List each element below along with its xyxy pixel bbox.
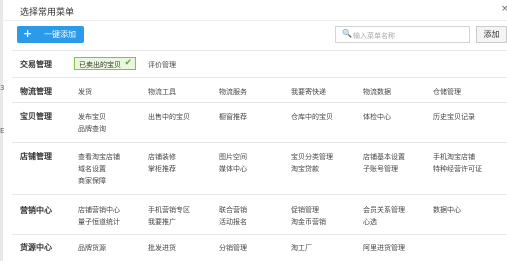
row-divider [12, 102, 507, 103]
menu-item[interactable]: 发布宝贝 [78, 112, 106, 122]
row-divider [12, 194, 507, 195]
menu-item[interactable]: 阿里进货管理 [363, 243, 405, 253]
menu-item[interactable]: 仓储管理 [433, 87, 461, 97]
menu-item[interactable]: 物流服务 [219, 87, 247, 97]
menu-item[interactable]: 域名设置 [78, 164, 106, 174]
category-logistics: 物流管理 [20, 87, 52, 96]
menu-item[interactable]: 商家保障 [78, 176, 106, 186]
search-icon: 🔍 [342, 29, 352, 38]
add-button-label: 一键添加 [44, 30, 76, 39]
menu-item[interactable]: 评价管理 [148, 60, 176, 70]
menu-item[interactable]: 我要推广 [148, 217, 176, 227]
category-shop: 店铺管理 [20, 152, 52, 161]
category-marketing: 营销中心 [20, 206, 52, 215]
row-divider [12, 50, 507, 51]
menu-item[interactable]: 查看淘宝店铺 [78, 152, 120, 162]
one-click-add-button[interactable]: + 一键添加 [17, 26, 84, 43]
close-icon[interactable]: × [501, 4, 507, 14]
menu-item[interactable]: 量子恒道统计 [78, 217, 120, 227]
menu-item[interactable]: 特种经营许可证 [433, 164, 482, 174]
menu-item[interactable]: 批发进货 [148, 243, 176, 253]
menu-item[interactable]: 淘工厂 [291, 243, 312, 253]
menu-item[interactable]: 子账号管理 [363, 164, 398, 174]
menu-item[interactable]: 品牌货源 [78, 243, 106, 253]
plus-icon: + [23, 27, 33, 40]
menu-item[interactable]: 手机营销专区 [148, 205, 190, 215]
menu-item[interactable]: 历史宝贝记录 [433, 112, 475, 122]
menu-item[interactable]: 促销管理 [291, 205, 319, 215]
search-add-button[interactable]: 添加 [476, 26, 507, 43]
menu-item[interactable]: 物流数据 [363, 87, 391, 97]
menu-search-input[interactable]: 🔍 输入菜单名称 [335, 26, 470, 43]
row-divider [12, 142, 507, 143]
menu-item[interactable]: 店铺基本设置 [363, 152, 405, 162]
category-sourcing: 货源中心 [20, 243, 52, 252]
menu-item[interactable]: 我要寄快递 [291, 87, 326, 97]
menu-item[interactable]: 心选 [363, 217, 377, 227]
menu-item[interactable]: 淘宝贷款 [291, 164, 319, 174]
menu-item[interactable]: 宝贝分类管理 [291, 152, 333, 162]
row-divider [12, 77, 507, 78]
check-icon: ✔ [124, 58, 132, 68]
menu-item-label: 已卖出的宝贝 [79, 61, 121, 69]
side-mark: 3 [0, 84, 5, 92]
menu-item[interactable]: 橱窗推荐 [219, 112, 247, 122]
menu-item[interactable]: 店铺营销中心 [78, 205, 120, 215]
menu-item[interactable]: 分销管理 [219, 243, 247, 253]
menu-item[interactable]: 数据中心 [433, 205, 461, 215]
menu-item[interactable]: 仓库中的宝贝 [291, 112, 333, 122]
menu-item[interactable]: 掌柜推荐 [148, 164, 176, 174]
selected-menu-item[interactable]: 已卖出的宝贝 ✔ [74, 57, 136, 70]
category-trade: 交易管理 [20, 60, 52, 69]
menu-item[interactable]: 品牌查询 [78, 124, 106, 134]
menu-item[interactable]: 出售中的宝贝 [148, 112, 190, 122]
menu-item[interactable]: 淘金币营销 [291, 217, 326, 227]
menu-item[interactable]: 手机淘宝店铺 [433, 152, 475, 162]
dialog-header: 选择常用菜单 × [3, 0, 507, 21]
dialog-title: 选择常用菜单 [20, 8, 75, 18]
menu-item[interactable]: 物流工具 [148, 87, 176, 97]
side-mark: E [0, 127, 5, 135]
menu-item[interactable]: 活动报名 [219, 217, 247, 227]
menu-item[interactable]: 发货 [78, 87, 92, 97]
category-items: 宝贝管理 [20, 112, 52, 121]
menu-item[interactable]: 体检中心 [363, 112, 391, 122]
menu-item[interactable]: 会员关系管理 [363, 205, 405, 215]
row-divider [12, 234, 507, 235]
menu-item[interactable]: 媒体中心 [219, 164, 247, 174]
menu-item[interactable]: 图片空间 [219, 152, 247, 162]
search-placeholder: 输入菜单名称 [353, 32, 395, 40]
menu-item[interactable]: 联合营销 [219, 205, 247, 215]
menu-item[interactable]: 店铺装修 [148, 152, 176, 162]
